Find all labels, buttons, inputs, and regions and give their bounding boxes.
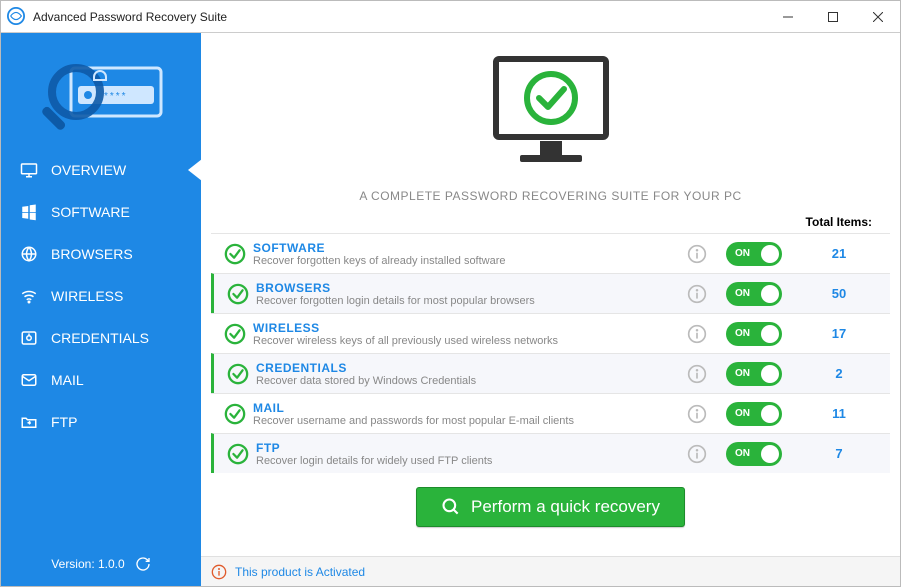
category-list: SOFTWARERecover forgotten keys of alread… <box>201 233 900 473</box>
toggle-mail[interactable]: ON <box>726 402 782 426</box>
toggle-ftp[interactable]: ON <box>726 442 782 466</box>
sidebar: **** OVERVIEW SOFTWARE BROWSERS <box>1 33 201 586</box>
body: **** OVERVIEW SOFTWARE BROWSERS <box>1 33 900 586</box>
titlebar: Advanced Password Recovery Suite <box>1 1 900 33</box>
count-credentials: 2 <box>794 366 884 381</box>
sidebar-item-label: SOFTWARE <box>51 204 130 220</box>
globe-icon <box>19 244 39 264</box>
sidebar-item-label: FTP <box>51 414 77 430</box>
main-panel: A COMPLETE PASSWORD RECOVERING SUITE FOR… <box>201 33 900 586</box>
folder-transfer-icon <box>19 412 39 432</box>
sidebar-item-wireless[interactable]: WIRELESS <box>1 275 201 317</box>
category-desc: Recover wireless keys of all previously … <box>253 335 680 347</box>
category-row-ftp: FTPRecover login details for widely used… <box>211 433 890 473</box>
category-title: BROWSERS <box>256 281 680 295</box>
sidebar-item-browsers[interactable]: BROWSERS <box>1 233 201 275</box>
info-icon[interactable] <box>680 404 714 424</box>
hero: A COMPLETE PASSWORD RECOVERING SUITE FOR… <box>201 33 900 209</box>
count-software: 21 <box>794 246 884 261</box>
action-row: Perform a quick recovery <box>201 473 900 539</box>
monitor-check-icon <box>476 51 626 181</box>
perform-recovery-button[interactable]: Perform a quick recovery <box>416 487 685 527</box>
check-icon <box>220 283 256 305</box>
app-title: Advanced Password Recovery Suite <box>33 10 765 24</box>
sidebar-item-credentials[interactable]: CREDENTIALS <box>1 317 201 359</box>
info-icon[interactable] <box>680 284 714 304</box>
count-ftp: 7 <box>794 446 884 461</box>
refresh-icon[interactable] <box>135 556 151 572</box>
mail-icon <box>19 370 39 390</box>
total-items-label: Total Items: <box>201 209 900 233</box>
category-row-wireless: WIRELESSRecover wireless keys of all pre… <box>211 313 890 353</box>
category-row-software: SOFTWARERecover forgotten keys of alread… <box>211 233 890 273</box>
action-label: Perform a quick recovery <box>471 497 660 517</box>
minimize-button[interactable] <box>765 1 810 33</box>
info-icon[interactable] <box>680 444 714 464</box>
category-title: FTP <box>256 441 680 455</box>
tagline: A COMPLETE PASSWORD RECOVERING SUITE FOR… <box>359 189 741 203</box>
check-icon <box>220 443 256 465</box>
category-title: MAIL <box>253 401 680 415</box>
sidebar-item-mail[interactable]: MAIL <box>1 359 201 401</box>
category-title: CREDENTIALS <box>256 361 680 375</box>
maximize-button[interactable] <box>810 1 855 33</box>
statusbar: This product is Activated <box>201 556 900 586</box>
sidebar-logo: **** <box>1 45 201 145</box>
wifi-icon <box>19 286 39 306</box>
info-icon[interactable] <box>680 244 714 264</box>
category-desc: Recover login details for widely used FT… <box>256 455 680 467</box>
sidebar-item-label: CREDENTIALS <box>51 330 149 346</box>
sidebar-item-label: OVERVIEW <box>51 162 126 178</box>
svg-text:****: **** <box>104 91 128 102</box>
close-button[interactable] <box>855 1 900 33</box>
count-browsers: 50 <box>794 286 884 301</box>
status-info-icon <box>211 564 227 580</box>
sidebar-item-software[interactable]: SOFTWARE <box>1 191 201 233</box>
category-desc: Recover username and passwords for most … <box>253 415 680 427</box>
category-desc: Recover forgotten keys of already instal… <box>253 255 680 267</box>
category-row-credentials: CREDENTIALSRecover data stored by Window… <box>211 353 890 393</box>
category-row-mail: MAILRecover username and passwords for m… <box>211 393 890 433</box>
category-desc: Recover forgotten login details for most… <box>256 295 680 307</box>
app-window: Advanced Password Recovery Suite **** <box>0 0 901 587</box>
category-title: WIRELESS <box>253 321 680 335</box>
info-icon[interactable] <box>680 364 714 384</box>
app-icon <box>7 7 27 27</box>
check-icon <box>217 243 253 265</box>
toggle-credentials[interactable]: ON <box>726 362 782 386</box>
category-title: SOFTWARE <box>253 241 680 255</box>
check-icon <box>220 363 256 385</box>
windows-icon <box>19 202 39 222</box>
toggle-software[interactable]: ON <box>726 242 782 266</box>
sidebar-item-overview[interactable]: OVERVIEW <box>1 149 201 191</box>
check-icon <box>217 403 253 425</box>
info-icon[interactable] <box>680 324 714 344</box>
vault-icon <box>19 328 39 348</box>
status-text: This product is Activated <box>235 565 365 579</box>
toggle-wireless[interactable]: ON <box>726 322 782 346</box>
sidebar-item-label: MAIL <box>51 372 84 388</box>
sidebar-nav: OVERVIEW SOFTWARE BROWSERS WIRELESS CRED… <box>1 149 201 443</box>
category-desc: Recover data stored by Windows Credentia… <box>256 375 680 387</box>
count-wireless: 17 <box>794 326 884 341</box>
version-label: Version: 1.0.0 <box>51 557 124 571</box>
toggle-browsers[interactable]: ON <box>726 282 782 306</box>
sidebar-item-label: WIRELESS <box>51 288 123 304</box>
magnifier-icon <box>441 497 461 517</box>
count-mail: 11 <box>794 406 884 421</box>
sidebar-item-ftp[interactable]: FTP <box>1 401 201 443</box>
sidebar-footer: Version: 1.0.0 <box>1 542 201 586</box>
check-icon <box>217 323 253 345</box>
monitor-icon <box>19 160 39 180</box>
category-row-browsers: BROWSERSRecover forgotten login details … <box>211 273 890 313</box>
sidebar-item-label: BROWSERS <box>51 246 133 262</box>
